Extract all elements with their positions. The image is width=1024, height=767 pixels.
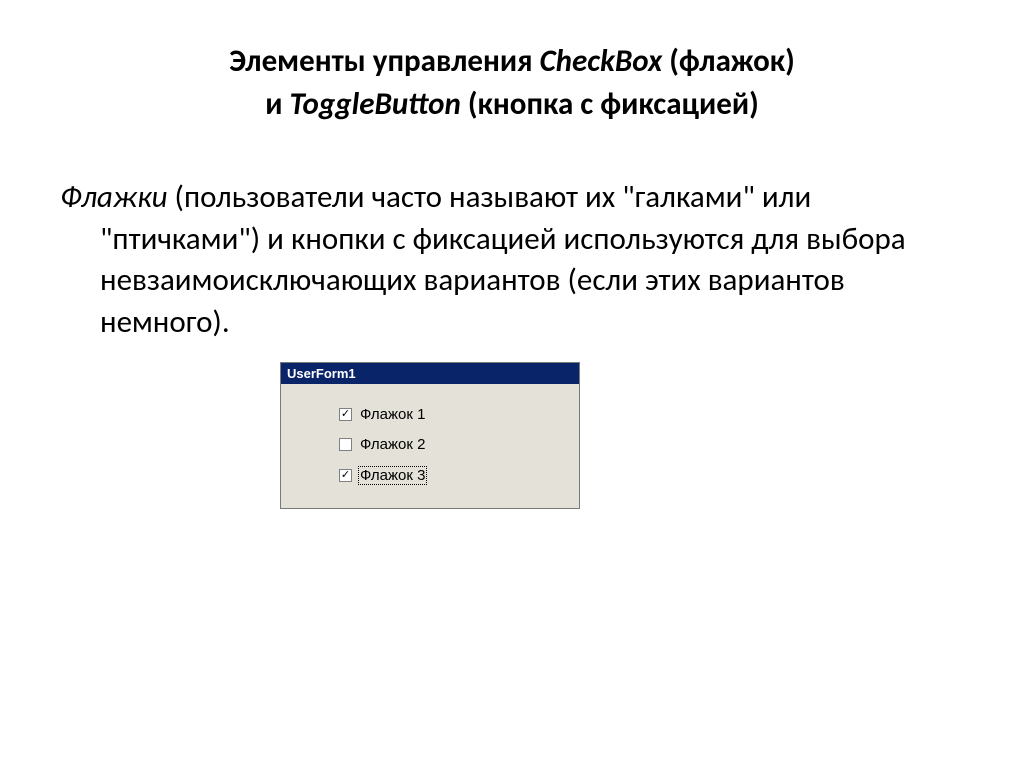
paragraph-rest: (пользователи часто называют их "галками… xyxy=(100,178,906,342)
title-text-1: Элементы управления xyxy=(229,42,539,80)
paragraph-italic: Флажки xyxy=(60,178,168,216)
title-text-4: (кнопка с фиксацией) xyxy=(461,85,759,123)
check-icon: ✓ xyxy=(341,470,350,481)
checkbox-row-3[interactable]: ✓ Флажок 3 xyxy=(339,466,555,485)
body-paragraph: Флажки (пользователи часто называют их "… xyxy=(60,177,964,344)
title-italic-1: CheckBox xyxy=(540,42,663,80)
checkbox-label-2: Флажок 2 xyxy=(358,436,427,453)
slide-title-line2: и ToggleButton (кнопка с фиксацией) xyxy=(60,83,964,126)
userform-title: UserForm1 xyxy=(287,366,356,381)
userform-screenshot: UserForm1 ✓ Флажок 1 Флажок 2 ✓ Флажок 3 xyxy=(280,362,964,509)
checkbox-row-2[interactable]: Флажок 2 xyxy=(339,436,555,453)
slide-title-line1: Элементы управления CheckBox (флажок) xyxy=(60,40,964,83)
userform-titlebar: UserForm1 xyxy=(281,363,579,384)
checkbox-label-1: Флажок 1 xyxy=(358,406,427,423)
checkbox-box-1[interactable]: ✓ xyxy=(339,408,352,421)
slide-title-block: Элементы управления CheckBox (флажок) и … xyxy=(60,40,964,127)
checkbox-label-3: Флажок 3 xyxy=(358,466,427,485)
userform-body: ✓ Флажок 1 Флажок 2 ✓ Флажок 3 xyxy=(281,384,579,508)
userform-window: UserForm1 ✓ Флажок 1 Флажок 2 ✓ Флажок 3 xyxy=(280,362,580,509)
checkbox-box-2[interactable] xyxy=(339,438,352,451)
check-icon: ✓ xyxy=(341,409,350,420)
title-text-2: (флажок) xyxy=(662,42,795,80)
title-italic-2: ToggleButton xyxy=(289,85,460,123)
title-text-3: и xyxy=(265,85,289,123)
checkbox-row-1[interactable]: ✓ Флажок 1 xyxy=(339,406,555,423)
checkbox-box-3[interactable]: ✓ xyxy=(339,469,352,482)
